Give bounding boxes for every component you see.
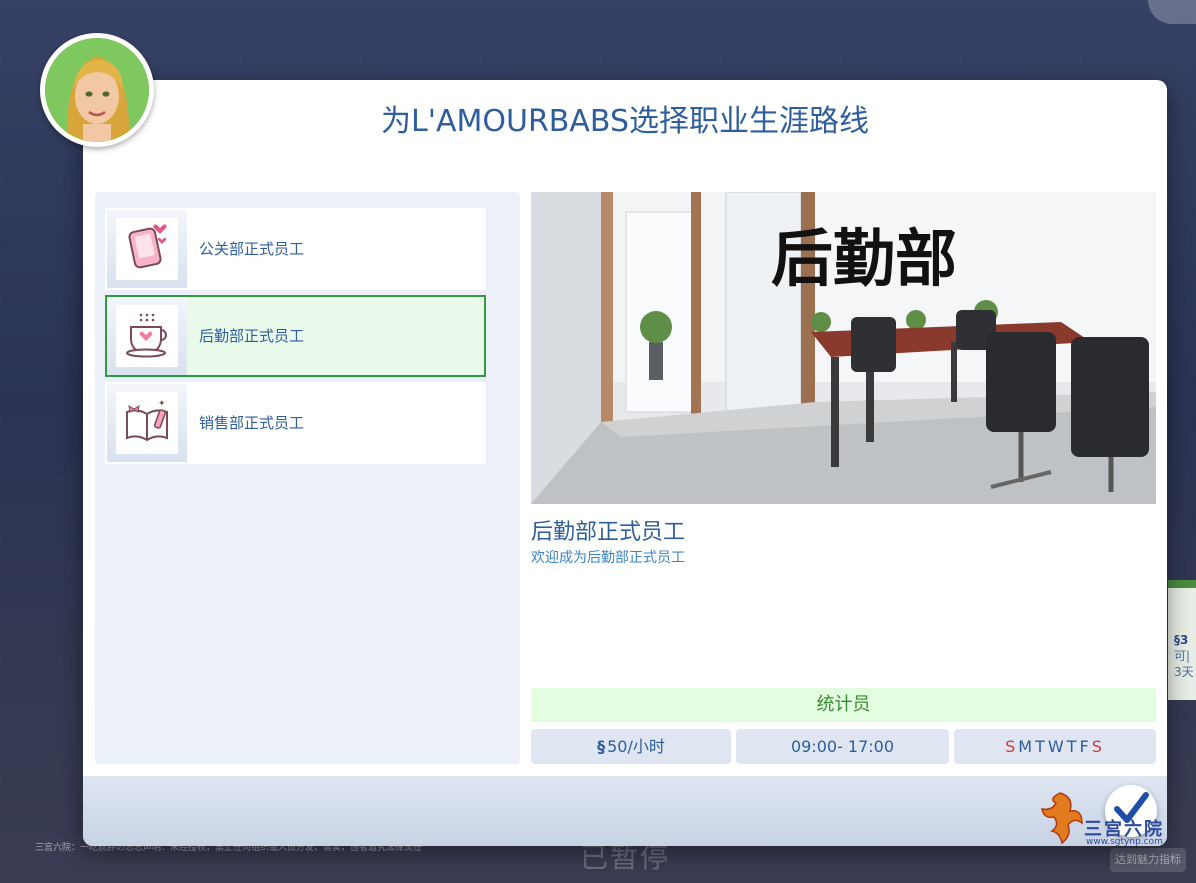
career-item-label: 销售部正式员工 — [199, 414, 305, 432]
simoleon-icon: § — [597, 737, 606, 756]
career-detail-title: 后勤部正式员工 — [531, 520, 686, 545]
work-day-letter: W — [1047, 737, 1065, 756]
background-side-notification: §3 可| 3天 — [1168, 580, 1196, 700]
work-day-letter: S — [1005, 737, 1017, 756]
career-level: 统计员 — [531, 688, 1156, 722]
dialog-footer — [83, 776, 1167, 846]
career-detail-description: 欢迎成为后勤部正式员工 — [531, 550, 685, 566]
work-days-box: SMTWTFS — [954, 729, 1156, 764]
background-goal-button[interactable]: 达到魅力指标 — [1110, 848, 1186, 872]
career-selection-dialog: 为L'AMOURBABS选择职业生涯路线 公关部正式员工 后勤部正式员工 ✦ 销… — [83, 80, 1167, 846]
work-day-letter: S — [1091, 737, 1103, 756]
work-days: SMTWTFS — [1005, 737, 1105, 756]
career-item-logistics[interactable]: 后勤部正式员工 — [105, 295, 486, 377]
photo-caption: 后勤部 — [771, 222, 957, 295]
work-day-letter: M — [1018, 737, 1034, 756]
dialog-title: 为L'AMOURBABS选择职业生涯路线 — [381, 104, 869, 139]
pink-phone-hearts-icon — [122, 222, 172, 276]
career-item-pr[interactable]: 公关部正式员工 — [105, 208, 486, 290]
work-day-letter: T — [1066, 737, 1078, 756]
work-hours-box: 09:00- 17:00 — [736, 729, 949, 764]
work-day-letter: T — [1035, 737, 1046, 756]
svg-text:✦: ✦ — [158, 399, 166, 409]
sim-avatar — [40, 33, 154, 147]
work-hours: 09:00- 17:00 — [790, 737, 895, 756]
pay-rate: 50/小时 — [607, 737, 665, 756]
work-day-letter: F — [1079, 737, 1090, 756]
career-item-label: 后勤部正式员工 — [199, 327, 305, 345]
career-list: 公关部正式员工 后勤部正式员工 ✦ 销售部正式员工 — [95, 192, 520, 764]
open-book-bow-icon: ✦ — [122, 396, 172, 450]
coffee-cup-heart-icon — [122, 309, 172, 363]
career-item-label: 公关部正式员工 — [199, 240, 305, 258]
career-item-sales[interactable]: ✦ 销售部正式员工 — [105, 382, 486, 464]
watermark: 三宫六院 www.sgtynp.com — [1040, 785, 1170, 847]
career-photo: 后勤部 — [531, 192, 1156, 504]
pay-rate-box: § 50/小时 — [531, 729, 731, 764]
